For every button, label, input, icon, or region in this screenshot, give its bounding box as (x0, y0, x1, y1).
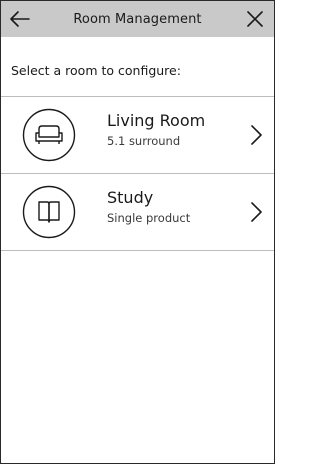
room-description: Single product (107, 211, 191, 225)
divider (1, 250, 274, 251)
arrow-left-icon (10, 11, 30, 27)
room-item-study[interactable]: Study Single product (1, 174, 274, 250)
chevron-right-icon (251, 125, 262, 145)
room-description: 5.1 surround (107, 134, 181, 148)
page-title: Room Management (73, 11, 202, 27)
close-button[interactable] (242, 6, 268, 32)
instruction-text: Select a room to configure: (11, 63, 181, 78)
book-icon (22, 185, 76, 239)
room-item-living-room[interactable]: Living Room 5.1 surround (1, 97, 274, 173)
room-name: Living Room (107, 111, 206, 130)
back-button[interactable] (7, 6, 33, 32)
title-bar: Room Management (1, 1, 274, 37)
chevron-right-icon (251, 202, 262, 222)
room-name: Study (107, 188, 154, 207)
sofa-icon (22, 108, 76, 162)
close-icon (247, 11, 263, 27)
room-management-screen: Room Management Select a room to configu… (0, 0, 275, 464)
